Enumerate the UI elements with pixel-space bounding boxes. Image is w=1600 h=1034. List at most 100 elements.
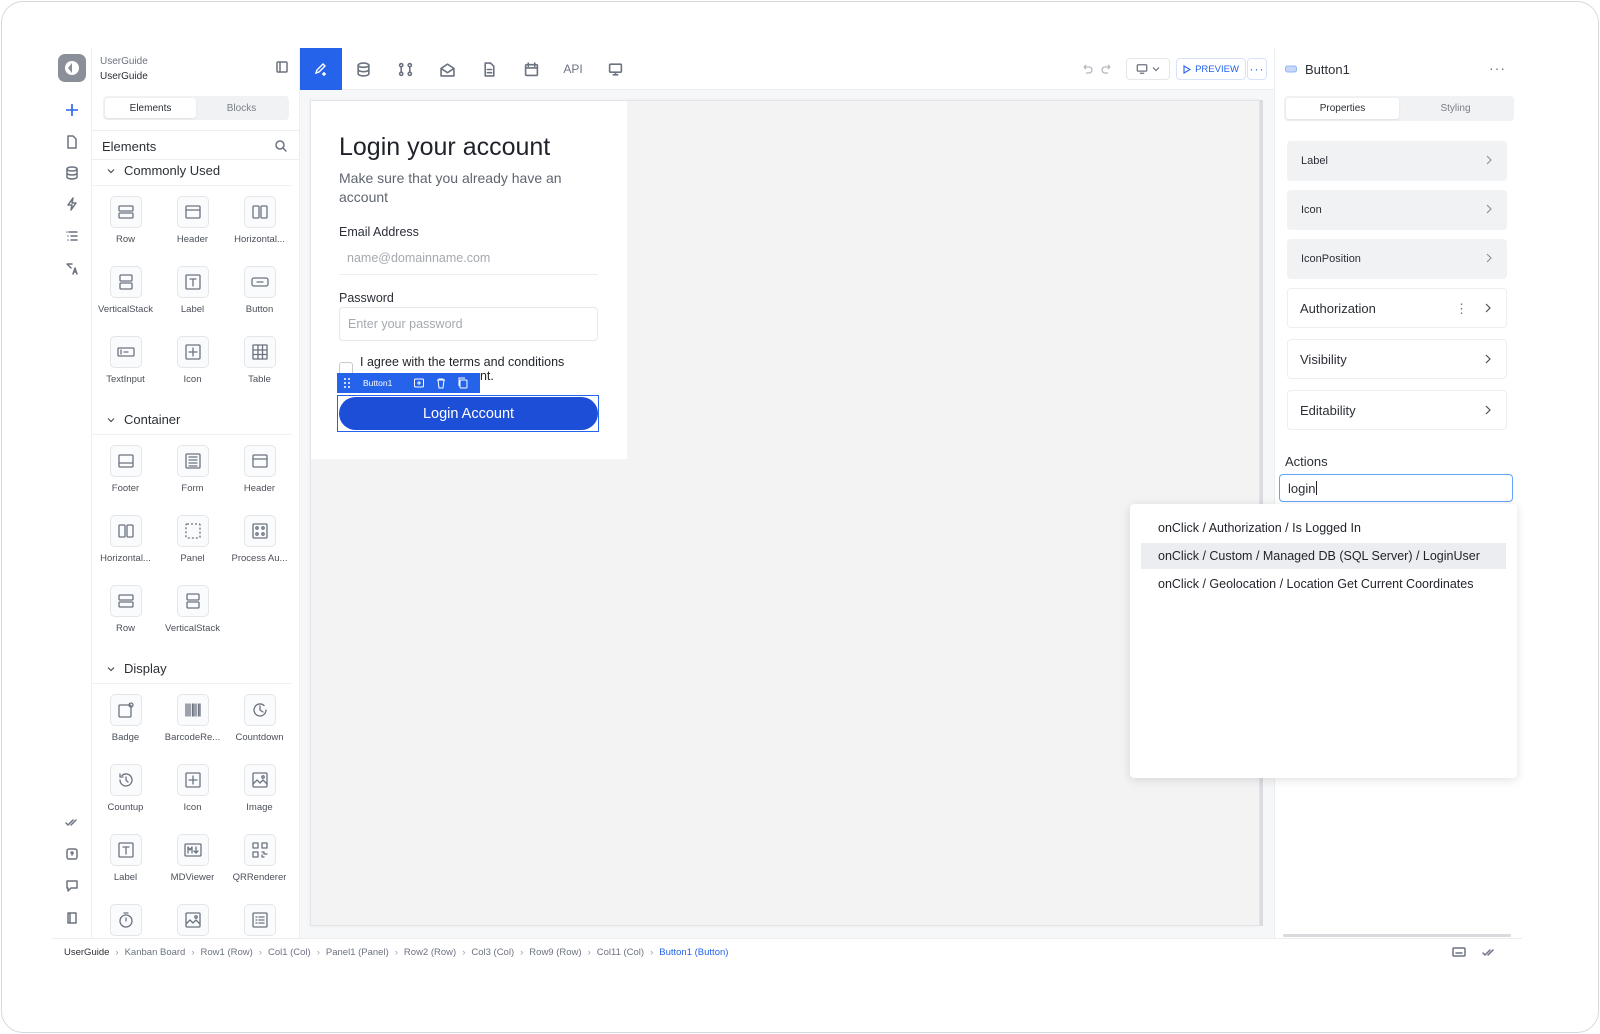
palette-item[interactable]: VerticalStack [92, 256, 159, 326]
suggestion-item-highlighted[interactable]: onClick / Custom / Managed DB (SQL Serve… [1141, 543, 1506, 569]
palette-item[interactable]: Form [159, 435, 226, 505]
breadcrumb-item[interactable]: Kanban Board [125, 947, 186, 958]
palette-item[interactable]: QRRenderer [226, 824, 293, 894]
prop-visibility[interactable]: Visibility [1287, 339, 1507, 379]
design-canvas[interactable]: Login your account Make sure that you al… [300, 90, 1274, 938]
suggestion-item[interactable]: onClick / Authorization / Is Logged In [1141, 515, 1506, 541]
database-icon[interactable] [62, 163, 82, 183]
copy-icon[interactable] [457, 377, 469, 389]
actions-search-input[interactable]: login [1279, 474, 1513, 502]
drag-handle-icon[interactable] [343, 377, 351, 389]
tab-elements[interactable]: Elements [105, 98, 196, 118]
palette-item[interactable]: Horizontal... [226, 186, 293, 256]
palette-item[interactable]: Label [92, 824, 159, 894]
chat-icon[interactable] [62, 876, 82, 896]
section-header[interactable]: Container [92, 405, 292, 435]
breadcrumb-item[interactable]: Panel1 (Panel) [326, 947, 389, 958]
tab-properties[interactable]: Properties [1286, 98, 1399, 119]
more-icon[interactable]: ··· [1489, 60, 1506, 76]
palette-item[interactable]: Table [226, 326, 293, 396]
translate-icon[interactable] [62, 258, 82, 278]
delete-icon[interactable] [435, 377, 447, 389]
palette-item[interactable]: Label [159, 256, 226, 326]
breadcrumb-item[interactable]: UserGuide [64, 947, 109, 958]
tab-blocks[interactable]: Blocks [196, 98, 287, 118]
breadcrumb-item[interactable]: Row2 (Row) [404, 947, 456, 958]
book-icon[interactable] [62, 908, 82, 928]
login-subtitle[interactable]: Make sure that you already have an accou… [339, 169, 589, 207]
breadcrumb-item[interactable]: Row1 (Row) [201, 947, 253, 958]
palette-item[interactable]: Countdown [226, 684, 293, 754]
data-tab-database-icon[interactable] [342, 48, 384, 90]
breadcrumb-item[interactable]: Button1 (Button) [659, 947, 728, 958]
prop-icon[interactable]: Icon [1287, 190, 1507, 230]
keyboard-icon[interactable] [1452, 946, 1466, 958]
palette-item[interactable]: Horizontal... [92, 505, 159, 575]
check-double-icon[interactable] [62, 812, 82, 832]
password-label[interactable]: Password [339, 291, 394, 305]
login-title[interactable]: Login your account [339, 133, 550, 162]
palette-item[interactable]: Icon [159, 326, 226, 396]
palette-item[interactable]: Panel [159, 505, 226, 575]
add-icon[interactable] [62, 100, 82, 120]
help-icon[interactable] [62, 844, 82, 864]
device-settings-icon[interactable] [594, 48, 636, 90]
kebab-icon[interactable]: ⋮ [1455, 301, 1468, 317]
palette-item[interactable]: Badge [92, 684, 159, 754]
panel-scrollbar[interactable] [1283, 934, 1511, 937]
undo-icon[interactable] [1080, 62, 1094, 76]
list-icon[interactable] [62, 226, 82, 246]
palette-item[interactable] [159, 894, 226, 938]
palette-item[interactable]: Row [92, 186, 159, 256]
login-panel[interactable]: Login your account Make sure that you al… [311, 101, 627, 459]
palette-item[interactable]: VerticalStack [159, 575, 226, 645]
prop-authorization[interactable]: Authorization ⋮ [1287, 288, 1507, 328]
prop-editability[interactable]: Editability [1287, 390, 1507, 430]
email-field[interactable]: name@domainname.com [339, 241, 598, 275]
check-double-icon[interactable] [1482, 946, 1496, 958]
sidebar-toggle-icon[interactable] [275, 60, 289, 74]
workflow-icon[interactable] [384, 48, 426, 90]
palette-item[interactable]: BarcodeRe... [159, 684, 226, 754]
section-header[interactable]: Display [92, 654, 292, 684]
section-header[interactable]: Commonly Used [92, 156, 292, 186]
more-options-icon[interactable]: ··· [1247, 58, 1267, 80]
component-name[interactable]: Button1 [1305, 62, 1350, 77]
tab-styling[interactable]: Styling [1399, 98, 1512, 119]
breadcrumb-item[interactable]: Col11 (Col) [597, 947, 644, 958]
lightning-icon[interactable] [62, 194, 82, 214]
palette-item[interactable]: Process Au... [226, 505, 293, 575]
login-button[interactable]: Login Account [339, 397, 598, 430]
preview-button[interactable]: PREVIEW [1176, 58, 1246, 80]
password-field[interactable]: Enter your password [339, 307, 598, 341]
palette-item[interactable]: Header [159, 186, 226, 256]
palette-item[interactable]: Row [92, 575, 159, 645]
document-icon[interactable] [468, 48, 510, 90]
design-tab[interactable] [300, 48, 342, 90]
email-icon[interactable] [426, 48, 468, 90]
palette-item[interactable]: Image [226, 754, 293, 824]
redo-icon[interactable] [1100, 62, 1114, 76]
search-icon[interactable] [274, 139, 288, 153]
suggestion-item[interactable]: onClick / Geolocation / Location Get Cur… [1141, 571, 1506, 597]
calendar-icon[interactable] [510, 48, 552, 90]
email-label[interactable]: Email Address [339, 225, 419, 239]
breadcrumb-item[interactable]: Row9 (Row) [529, 947, 581, 958]
palette-item[interactable]: Header [226, 435, 293, 505]
palette-item[interactable]: MDViewer [159, 824, 226, 894]
palette-item[interactable] [226, 894, 293, 938]
prop-label[interactable]: Label [1287, 141, 1507, 181]
prop-icon-position[interactable]: IconPosition [1287, 239, 1507, 279]
palette-item[interactable]: TextInput [92, 326, 159, 396]
api-tab[interactable]: API [552, 48, 594, 90]
add-component-icon[interactable] [413, 377, 425, 389]
palette-item[interactable]: Icon [159, 754, 226, 824]
palette-item[interactable]: Button [226, 256, 293, 326]
device-select[interactable] [1126, 58, 1170, 80]
palette-item[interactable]: Footer [92, 435, 159, 505]
palette-item[interactable]: Countup [92, 754, 159, 824]
breadcrumb-item[interactable]: Col3 (Col) [471, 947, 514, 958]
palette-item[interactable] [92, 894, 159, 938]
breadcrumb-item[interactable]: Col1 (Col) [268, 947, 311, 958]
page-icon[interactable] [62, 132, 82, 152]
